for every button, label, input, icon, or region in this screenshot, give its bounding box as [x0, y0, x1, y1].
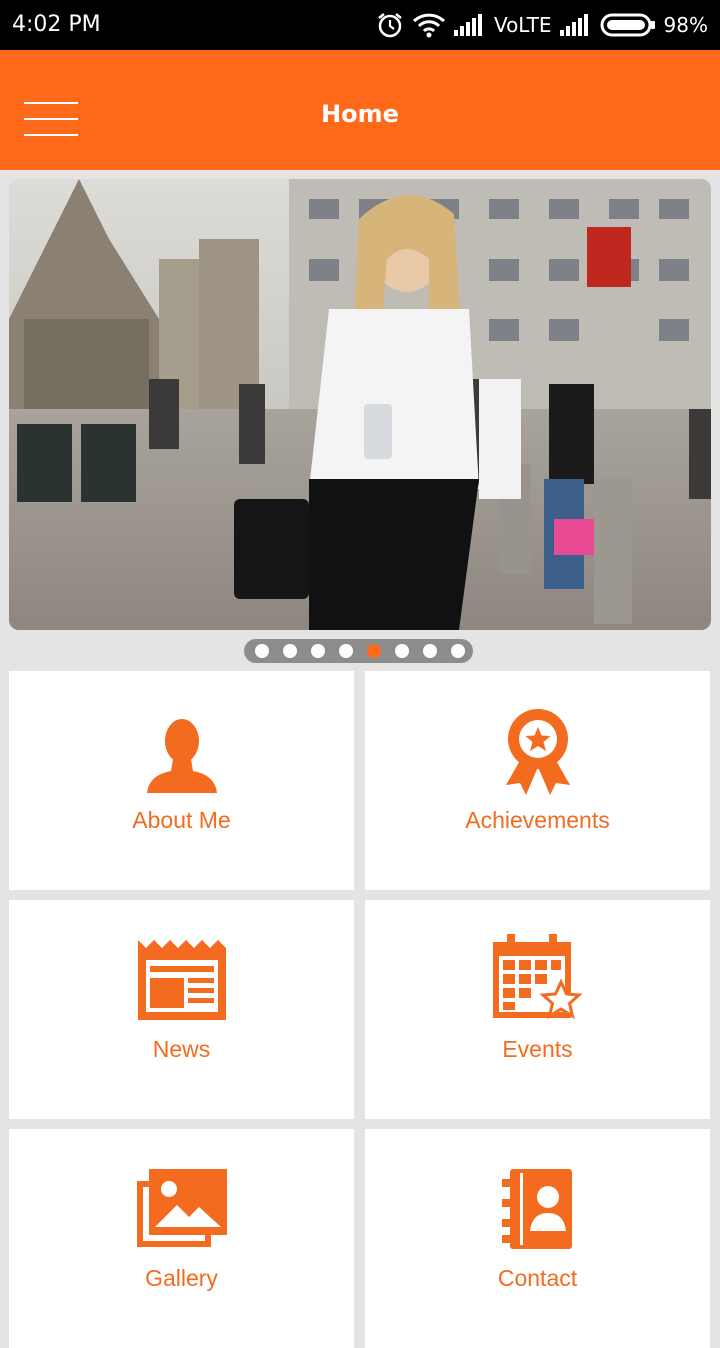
calendar-star-icon — [365, 934, 710, 1024]
person-icon — [9, 719, 354, 809]
alarm-icon — [376, 11, 404, 39]
status-icons: VoLTE 98% — [376, 0, 708, 50]
contact-book-icon — [365, 1169, 710, 1259]
battery-level: 98% — [663, 13, 708, 37]
carousel-pagination — [244, 639, 473, 663]
tile-news[interactable]: News — [9, 900, 354, 1119]
signal-icon-2 — [559, 14, 592, 36]
gallery-icon — [9, 1169, 354, 1259]
award-badge-icon — [365, 707, 710, 797]
pagination-dot[interactable] — [283, 644, 297, 658]
status-time: 4:02 PM — [12, 12, 101, 37]
tile-label: Gallery — [145, 1265, 218, 1291]
signal-icon — [453, 14, 486, 36]
pagination-dot[interactable] — [423, 644, 437, 658]
wifi-icon — [412, 11, 446, 39]
app-bar: Home — [0, 50, 720, 170]
pagination-dot[interactable] — [451, 644, 465, 658]
pagination-dot[interactable] — [255, 644, 269, 658]
network-label: VoLTE — [493, 13, 552, 37]
status-bar: 4:02 PM VoLTE 98% — [0, 0, 720, 50]
tile-label: Achievements — [465, 807, 610, 833]
pagination-dot-active[interactable] — [367, 644, 381, 658]
page-title: Home — [321, 100, 399, 128]
tile-label: News — [152, 1036, 211, 1062]
tile-label: Contact — [497, 1265, 578, 1291]
tile-label: Events — [502, 1036, 573, 1062]
tile-about-me[interactable]: About Me — [9, 671, 354, 890]
pagination-dot[interactable] — [311, 644, 325, 658]
battery-icon — [600, 13, 656, 37]
tile-achievements[interactable]: Achievements — [365, 671, 710, 890]
tile-events[interactable]: Events — [365, 900, 710, 1119]
newspaper-icon — [9, 940, 354, 1030]
pagination-dot[interactable] — [339, 644, 353, 658]
tile-label: About Me — [132, 807, 231, 833]
pagination-dot[interactable] — [395, 644, 409, 658]
tile-contact[interactable]: Contact — [365, 1129, 710, 1348]
tile-gallery[interactable]: Gallery — [9, 1129, 354, 1348]
image-carousel[interactable] — [9, 179, 711, 630]
carousel-slide-image — [9, 179, 711, 630]
